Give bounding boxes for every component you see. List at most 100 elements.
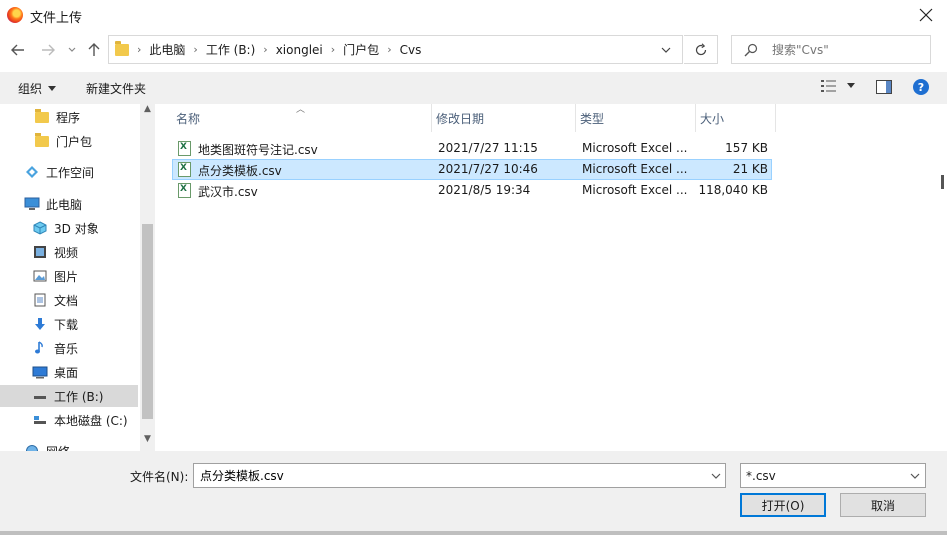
breadcrumb-xionglei[interactable]: xionglei (276, 43, 323, 57)
chevron-down-icon (711, 473, 721, 479)
filetype-value: *.csv (746, 468, 776, 483)
network-icon (26, 445, 38, 451)
column-header-modified[interactable]: 修改日期 (432, 104, 576, 132)
navigation-pane: 程序 门户包 工作空间 此电脑 3D 对象 视频 图片 文档 下载 音乐 桌面 … (0, 104, 155, 451)
chevron-down-icon (68, 47, 76, 52)
breadcrumb-cvs[interactable]: Cvs (400, 43, 422, 57)
computer-icon (24, 197, 40, 210)
breadcrumb-drive-b[interactable]: 工作 (B:) (206, 41, 255, 58)
nav-item-videos[interactable]: 视频 (0, 241, 138, 263)
open-button[interactable]: 打开(O) (740, 493, 826, 517)
nav-item-label: 音乐 (54, 341, 79, 356)
scroll-down-icon[interactable]: ▼ (140, 434, 155, 448)
pictures-icon (33, 270, 47, 282)
folder-icon (35, 132, 49, 147)
folder-icon (35, 108, 49, 123)
back-button[interactable] (6, 38, 30, 62)
firefox-icon (7, 7, 23, 23)
nav-item-label: 文档 (54, 293, 79, 308)
file-type: Microsoft Excel ... (582, 162, 688, 176)
chevron-right-icon[interactable]: › (263, 43, 267, 56)
preview-pane-button[interactable] (876, 80, 892, 94)
breadcrumb-this-pc[interactable]: 此电脑 (149, 41, 185, 58)
change-view-button[interactable] (821, 80, 855, 92)
address-bar[interactable]: › 此电脑 › 工作 (B:) › xionglei › 门户包 › Cvs (108, 35, 683, 64)
nav-item-desktop[interactable]: 桌面 (0, 361, 138, 383)
recent-locations-button[interactable] (64, 38, 80, 62)
window-edge-marker (941, 175, 944, 189)
desktop-icon (32, 366, 48, 379)
search-box[interactable] (731, 35, 931, 64)
chevron-down-icon (661, 47, 671, 53)
file-row-selected[interactable]: 点分类模板.csv 2021/7/27 10:46 Microsoft Exce… (172, 159, 772, 180)
excel-csv-icon (178, 141, 191, 156)
download-icon (35, 318, 45, 330)
file-row[interactable]: 地类图斑符号注记.csv 2021/7/27 11:15 Microsoft E… (172, 138, 772, 159)
filetype-select[interactable]: *.csv (740, 463, 926, 488)
nav-scrollbar-thumb[interactable] (142, 224, 153, 419)
address-history-dropdown[interactable] (655, 40, 677, 60)
search-icon (744, 43, 758, 56)
nav-item-drive-c[interactable]: 本地磁盘 (C:) (0, 409, 138, 431)
file-modified: 2021/7/27 10:46 (438, 162, 538, 176)
column-header-size[interactable]: 大小 (696, 104, 776, 132)
help-button[interactable]: ? (913, 79, 929, 95)
file-name: 地类图斑符号注记.csv (198, 143, 318, 157)
filename-label: 文件名(N): (130, 470, 189, 484)
drive-icon (34, 416, 46, 424)
excel-csv-icon (178, 183, 191, 198)
search-input[interactable] (770, 41, 924, 58)
folder-icon (115, 40, 129, 56)
caret-down-icon (847, 83, 855, 88)
chevron-right-icon[interactable]: › (331, 43, 335, 56)
forward-button[interactable] (36, 38, 60, 62)
file-name: 武汉市.csv (198, 185, 258, 199)
refresh-button[interactable] (684, 35, 718, 64)
file-size: 157 KB (725, 141, 768, 155)
nav-item-pictures[interactable]: 图片 (0, 265, 138, 287)
nav-item-drive-b[interactable]: 工作 (B:) (0, 385, 138, 407)
nav-item-this-pc[interactable]: 此电脑 (0, 193, 138, 215)
file-row[interactable]: 武汉市.csv 2021/8/5 19:34 Microsoft Excel .… (172, 180, 772, 201)
column-header-type[interactable]: 类型 (576, 104, 696, 132)
close-icon (919, 8, 933, 22)
nav-item-label: 桌面 (54, 365, 79, 380)
chevron-down-icon (910, 473, 920, 479)
nav-item-programs[interactable]: 程序 (0, 106, 138, 128)
nav-item-workspace[interactable]: 工作空间 (0, 161, 138, 183)
chevron-right-icon[interactable]: › (387, 43, 391, 56)
nav-item-music[interactable]: 音乐 (0, 337, 138, 359)
up-button[interactable] (84, 38, 104, 62)
caret-down-icon (48, 85, 57, 91)
documents-icon (34, 293, 46, 307)
file-modified: 2021/8/5 19:34 (438, 183, 531, 197)
filename-input[interactable] (198, 467, 702, 484)
scroll-up-icon[interactable]: ▲ (140, 104, 155, 118)
filename-dropdown-button[interactable] (708, 466, 724, 485)
column-header-name[interactable]: 名称 (172, 104, 432, 132)
cancel-button[interactable]: 取消 (840, 493, 926, 517)
nav-item-label: 工作 (B:) (54, 389, 104, 404)
nav-item-3d-objects[interactable]: 3D 对象 (0, 217, 138, 239)
new-folder-button[interactable]: 新建文件夹 (86, 80, 146, 97)
nav-item-label: 门户包 (56, 134, 93, 149)
nav-item-network[interactable]: 网络 (0, 440, 138, 451)
window-title: 文件上传 (30, 11, 83, 26)
nav-item-label: 此电脑 (46, 197, 83, 212)
video-icon (34, 246, 46, 258)
filetype-dropdown-button[interactable] (907, 466, 923, 485)
nav-item-documents[interactable]: 文档 (0, 289, 138, 311)
chevron-right-icon[interactable]: › (193, 43, 197, 56)
music-icon (35, 341, 43, 354)
filename-combobox[interactable] (193, 463, 726, 488)
nav-item-portal[interactable]: 门户包 (0, 130, 138, 152)
nav-item-downloads[interactable]: 下载 (0, 313, 138, 335)
file-size: 21 KB (732, 162, 768, 176)
nav-item-label: 3D 对象 (54, 221, 99, 236)
close-button[interactable] (905, 0, 947, 30)
organize-button[interactable]: 组织 (18, 80, 57, 97)
nav-item-label: 网络 (46, 443, 70, 452)
file-type: Microsoft Excel ... (582, 183, 688, 197)
breadcrumb-portal[interactable]: 门户包 (343, 41, 379, 58)
arrow-up-icon (88, 43, 100, 56)
